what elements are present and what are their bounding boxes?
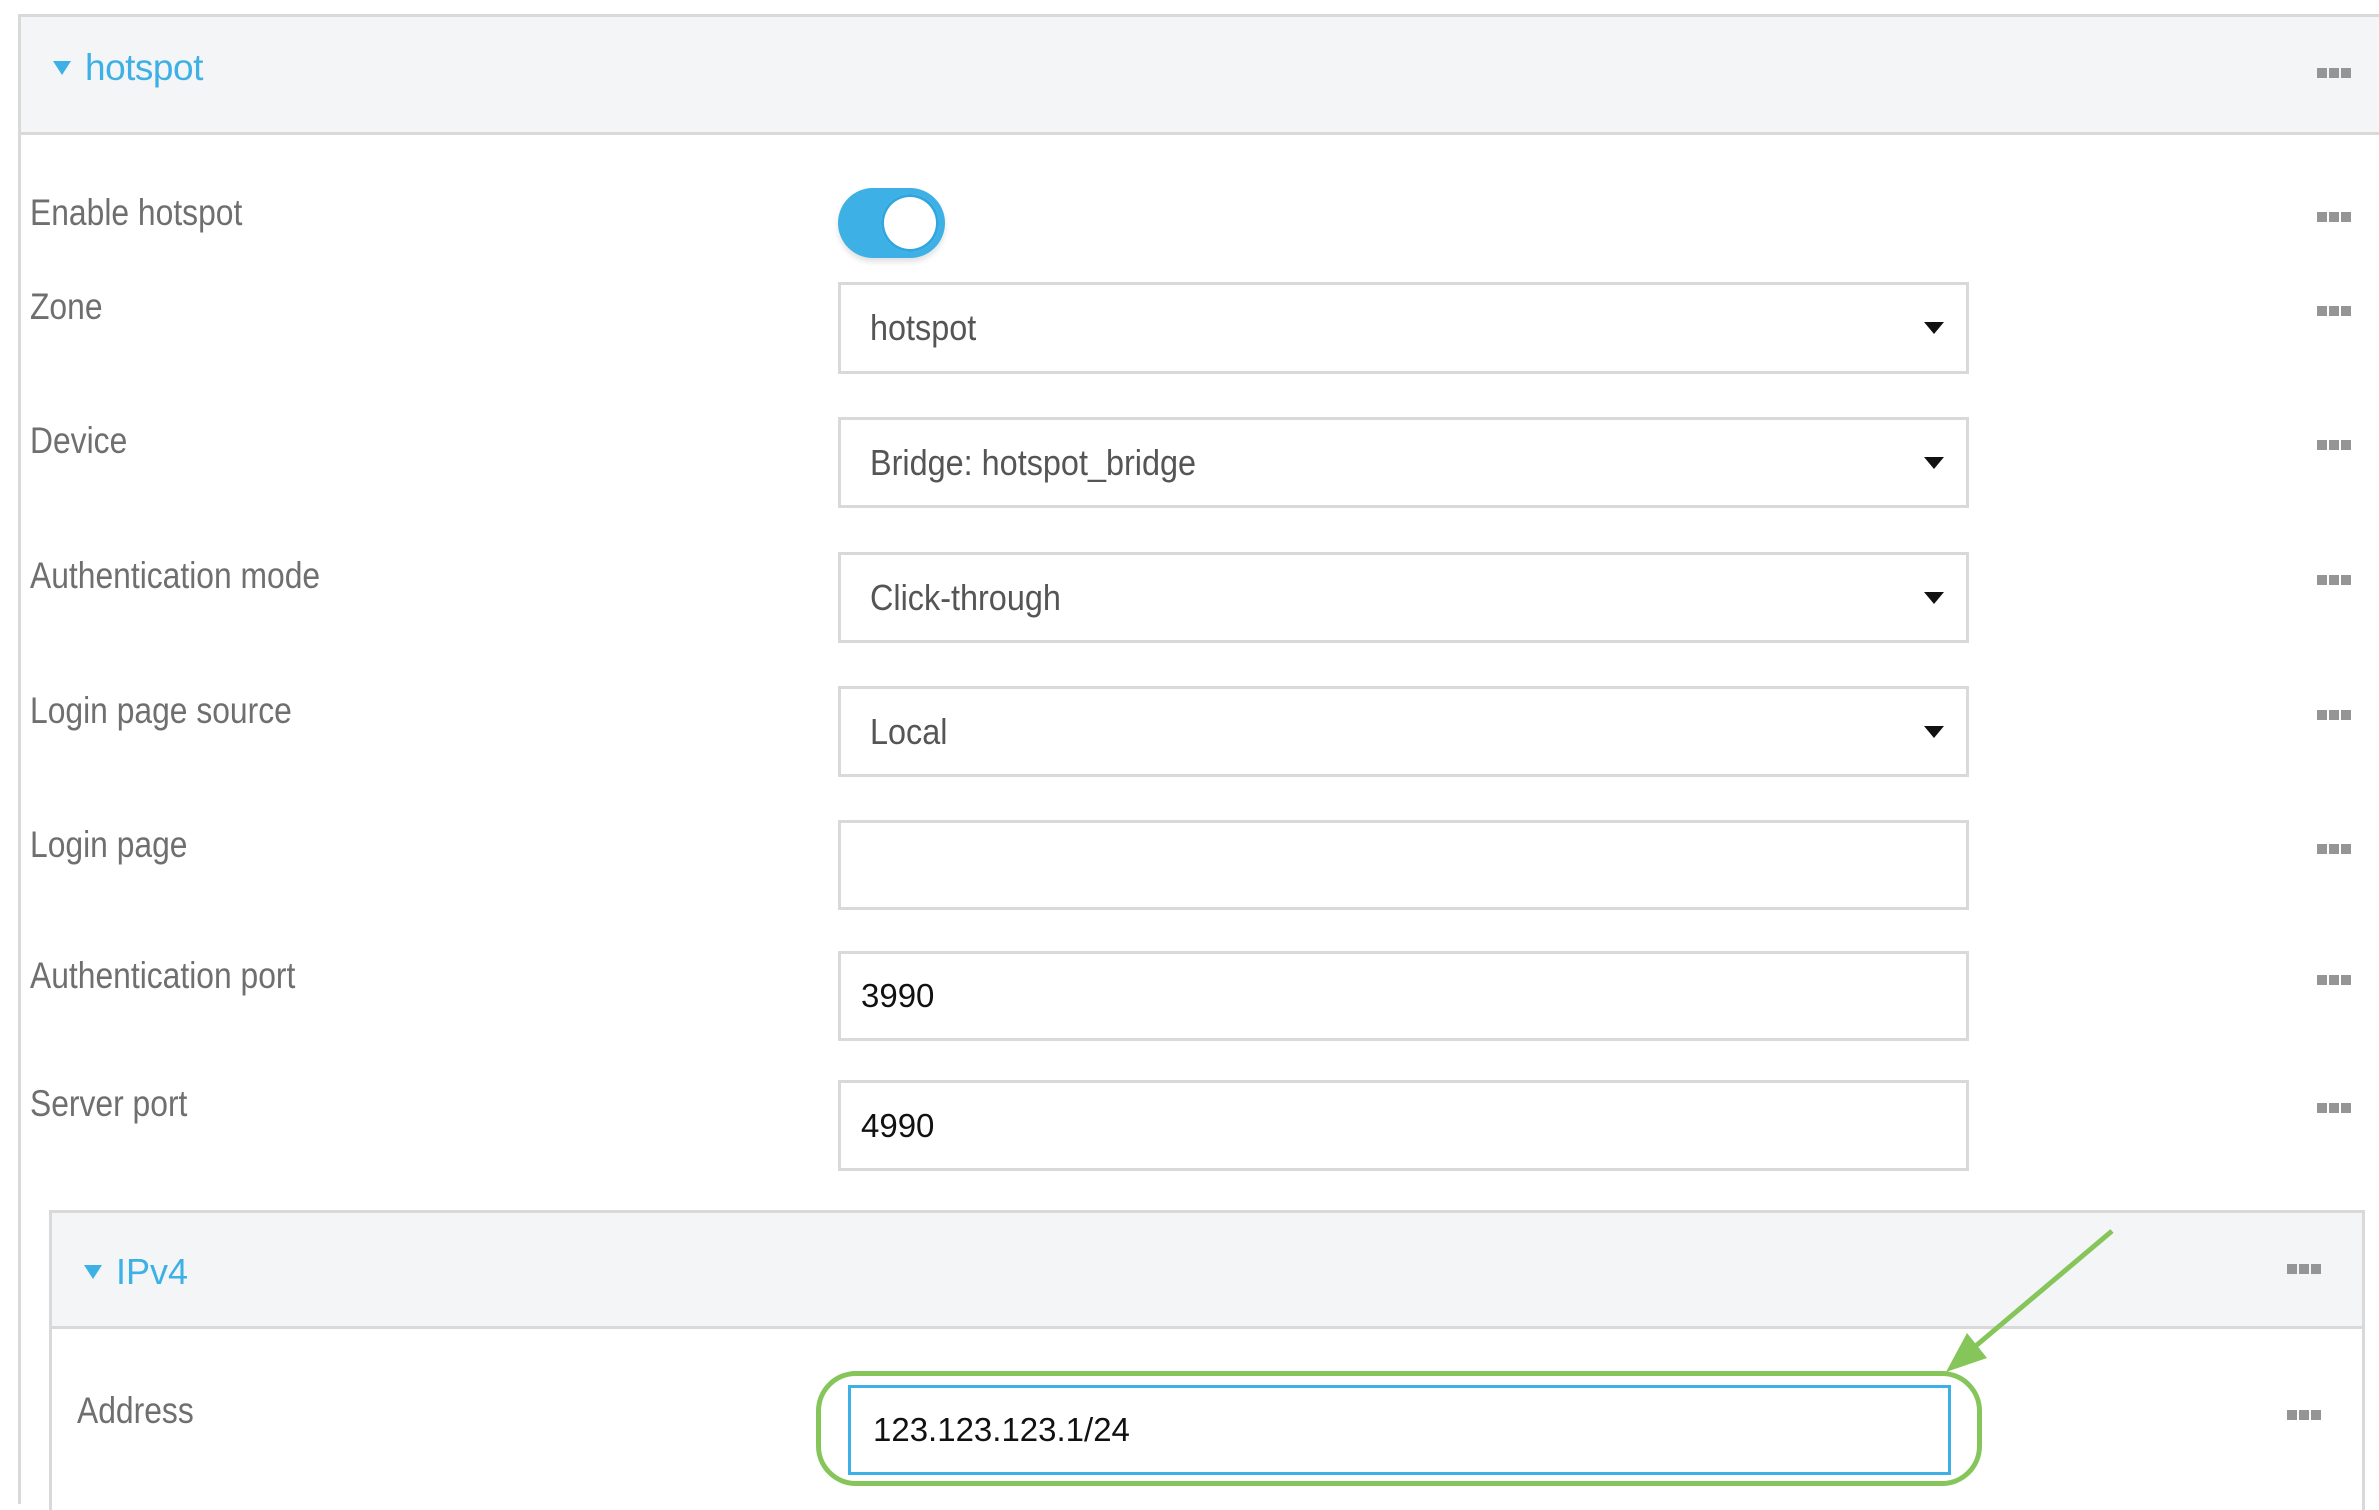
login-page-source-value: Local <box>870 710 948 752</box>
address-label: Address <box>77 1390 194 1431</box>
caret-down-icon <box>84 1265 102 1279</box>
zone-label: Zone <box>30 286 103 327</box>
more-options-icon[interactable] <box>2317 212 2351 222</box>
more-options-icon[interactable] <box>2287 1264 2321 1274</box>
device-value: Bridge: hotspot_bridge <box>870 441 1197 483</box>
login-page-label: Login page <box>30 824 188 865</box>
address-value: 123.123.123.1/24 <box>873 1411 1130 1448</box>
ipv4-title: IPv4 <box>116 1251 189 1292</box>
more-options-icon[interactable] <box>2287 1410 2321 1420</box>
server-port-value: 4990 <box>861 1106 935 1144</box>
section-title: hotspot <box>85 47 203 88</box>
enable-hotspot-label: Enable hotspot <box>30 192 243 233</box>
zone-select[interactable]: hotspot <box>838 282 1969 374</box>
dropdown-arrow-icon <box>1924 322 1944 334</box>
zone-value: hotspot <box>870 307 977 348</box>
authentication-port-value: 3990 <box>861 977 935 1014</box>
more-options-icon[interactable] <box>2317 306 2351 316</box>
hotspot-panel-header[interactable]: hotspot <box>21 17 2379 135</box>
caret-down-icon <box>53 61 71 75</box>
enable-hotspot-toggle[interactable] <box>838 188 945 258</box>
authentication-mode-label: Authentication mode <box>30 555 321 596</box>
dropdown-arrow-icon <box>1924 725 1944 738</box>
more-options-icon[interactable] <box>2317 68 2351 78</box>
more-options-icon[interactable] <box>2317 575 2351 585</box>
more-options-icon[interactable] <box>2317 844 2351 854</box>
toggle-knob <box>881 194 939 252</box>
server-port-input[interactable]: 4990 <box>838 1080 1969 1171</box>
device-select[interactable]: Bridge: hotspot_bridge <box>838 417 1969 508</box>
authentication-mode-value: Click-through <box>870 576 1061 618</box>
address-input[interactable]: 123.123.123.1/24 <box>848 1385 1951 1475</box>
ipv4-section-toggle[interactable]: IPv4 <box>84 1251 188 1293</box>
authentication-mode-select[interactable]: Click-through <box>838 552 1969 643</box>
authentication-port-label: Authentication port <box>30 955 296 996</box>
login-page-source-select[interactable]: Local <box>838 686 1969 777</box>
server-port-label: Server port <box>30 1083 188 1124</box>
more-options-icon[interactable] <box>2317 710 2351 720</box>
device-label: Device <box>30 420 128 461</box>
more-options-icon[interactable] <box>2317 1103 2351 1113</box>
login-page-input[interactable] <box>838 820 1969 910</box>
hotspot-section-toggle[interactable]: hotspot <box>53 47 203 89</box>
ipv4-panel-header[interactable]: IPv4 <box>52 1213 2362 1329</box>
authentication-port-input[interactable]: 3990 <box>838 951 1969 1041</box>
dropdown-arrow-icon <box>1924 456 1944 469</box>
more-options-icon[interactable] <box>2317 975 2351 985</box>
more-options-icon[interactable] <box>2317 440 2351 450</box>
dropdown-arrow-icon <box>1924 591 1944 604</box>
login-page-source-label: Login page source <box>30 690 292 731</box>
